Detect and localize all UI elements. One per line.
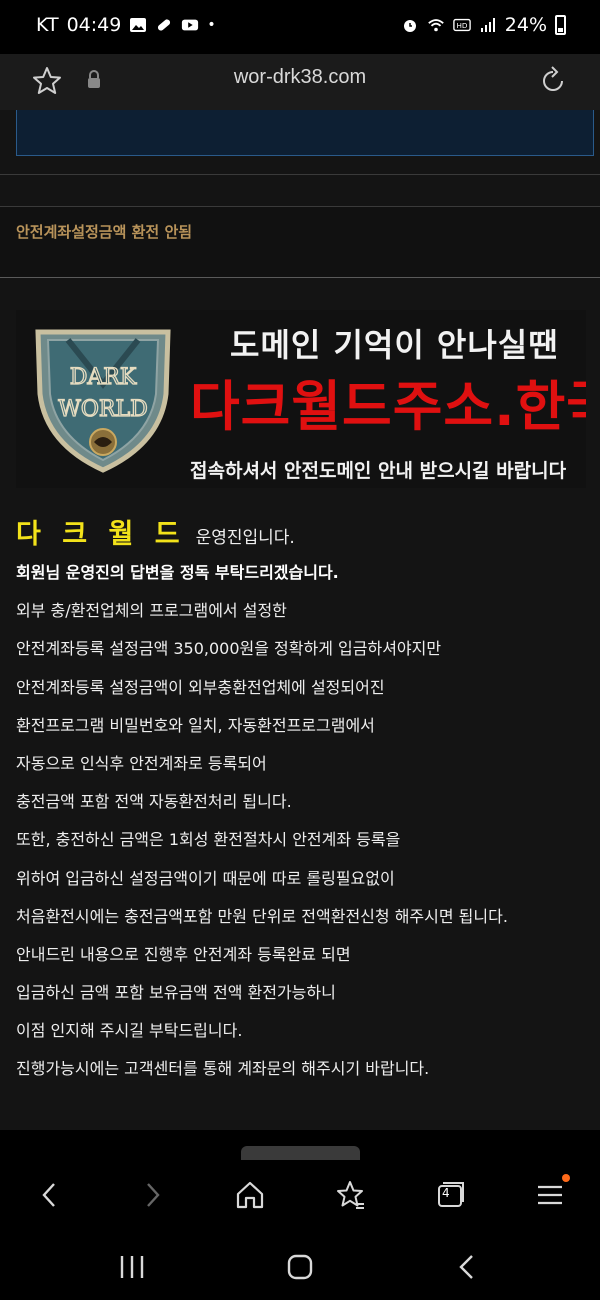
bookmarks-icon[interactable]: [334, 1178, 366, 1212]
message-line: 외부 충/환전업체의 프로그램에서 설정한: [16, 601, 287, 621]
logo-bottom-text: WORLD: [58, 397, 147, 422]
dark-world-logo: DARK WORLD: [35, 329, 171, 473]
message-line: 또한, 충전하신 금액은 1회성 환전절차시 안전계좌 등록을: [16, 830, 401, 850]
hamburger-menu-icon: [538, 1185, 562, 1205]
message-line: 진행가능시에는 고객센터를 통해 계좌문의 해주시기 바랍니다.: [16, 1059, 430, 1079]
text-input-box[interactable]: [16, 110, 594, 156]
status-left: KT 04:49 •: [36, 14, 216, 36]
system-navigation-bar: [0, 1234, 600, 1300]
battery-icon: [555, 15, 566, 35]
carrier-label: KT: [36, 14, 59, 36]
scroll-handle[interactable]: [241, 1146, 360, 1160]
message-line: 이점 인지해 주시길 부탁드립니다.: [16, 1021, 243, 1041]
logo-top-text: DARK: [70, 365, 137, 390]
gallery-icon: [130, 18, 147, 32]
status-right: HD 24%: [401, 14, 566, 36]
message-line: 환전프로그램 비밀번호와 일치, 자동환전프로그램에서: [16, 715, 375, 735]
domain-banner: DARK WORLD 도메인 기억이 안나실땐 다크월드주소.한국 접속하셔서 …: [16, 310, 586, 488]
message-line: 입금하신 금액 포함 보유금액 전액 환전가능하니: [16, 983, 336, 1003]
status-bar: KT 04:49 • HD 24%: [0, 0, 600, 54]
tabs-button[interactable]: 4: [434, 1178, 466, 1212]
message-body: 회원님 운영진의 답변을 정독 부탁드리겠습니다. 외부 충/환전업체의 프로그…: [16, 562, 591, 1097]
reload-icon[interactable]: [536, 64, 570, 98]
message-line: 안내드린 내용으로 진행후 안전계좌 등록완료 되면: [16, 944, 351, 964]
message-line: 자동으로 인식후 안전계좌로 등록되어: [16, 753, 267, 773]
banner-line-1: 도메인 기억이 안나실땐: [230, 326, 559, 364]
alarm-icon: [403, 20, 416, 32]
notification-dot: [562, 1174, 570, 1182]
message-line: 회원님 운영진의 답변을 정독 부탁드리겠습니다.: [16, 563, 339, 582]
message-line: 안전계좌등록 설정금액 350,000원을 정확하게 입금하셔야지만: [16, 639, 442, 659]
post-header: 안전계좌설정금액 환전 안됨: [0, 206, 600, 278]
message-line: 충전금액 포함 전액 자동환전처리 됩니다.: [16, 792, 292, 812]
battery-percent: 24%: [504, 14, 547, 36]
back-nav-icon[interactable]: [452, 1252, 484, 1282]
clock: 04:49: [66, 14, 122, 36]
message-line: 안전계좌등록 설정금액이 외부충환전업체에 설정되어진: [16, 677, 385, 697]
operator-text: 운영진입니다.: [195, 528, 295, 548]
svg-text:HD: HD: [456, 21, 467, 30]
banner-line-2: 다크월드주소.한국: [190, 375, 586, 438]
home-nav-icon[interactable]: [284, 1252, 316, 1282]
message-line: 위하여 입금하신 설정금액이기 때문에 따로 롤링필요없이: [16, 868, 395, 888]
forward-icon[interactable]: [136, 1178, 168, 1212]
more-notifications-dot: •: [207, 17, 216, 33]
message-line: 처음환전시에는 충전금액포함 만원 단위로 전액환전신청 해주시면 됩니다.: [16, 906, 508, 926]
url-field[interactable]: wor-drk38.com: [0, 66, 600, 89]
home-icon[interactable]: [234, 1178, 266, 1212]
tabs-count: 4: [442, 1186, 450, 1200]
browser-toolbar: 4: [0, 1160, 600, 1234]
brand-name: 다 크 월 드: [16, 519, 186, 550]
operator-line: 다 크 월 드 운영진입니다.: [16, 512, 295, 551]
tabs-icon: [438, 1182, 464, 1207]
youtube-icon: [182, 19, 199, 31]
post-title: 안전계좌설정금액 환전 안됨: [16, 223, 193, 241]
signal-icon: [480, 18, 495, 32]
back-icon[interactable]: [34, 1178, 66, 1212]
pill-icon: [158, 19, 171, 31]
menu-button[interactable]: [534, 1174, 570, 1212]
wifi-icon: [427, 19, 444, 32]
page-content: 안전계좌설정금액 환전 안됨 DARK WORLD 도메인 기억이 안나실땐 다…: [0, 110, 600, 1130]
recent-apps-icon[interactable]: [116, 1252, 148, 1282]
address-bar: wor-drk38.com: [0, 54, 600, 110]
divider: [0, 174, 600, 175]
banner-line-3: 접속하셔서 안전도메인 안내 받으시길 바랍니다: [190, 460, 567, 482]
hd-voice-icon: HD: [452, 18, 471, 32]
